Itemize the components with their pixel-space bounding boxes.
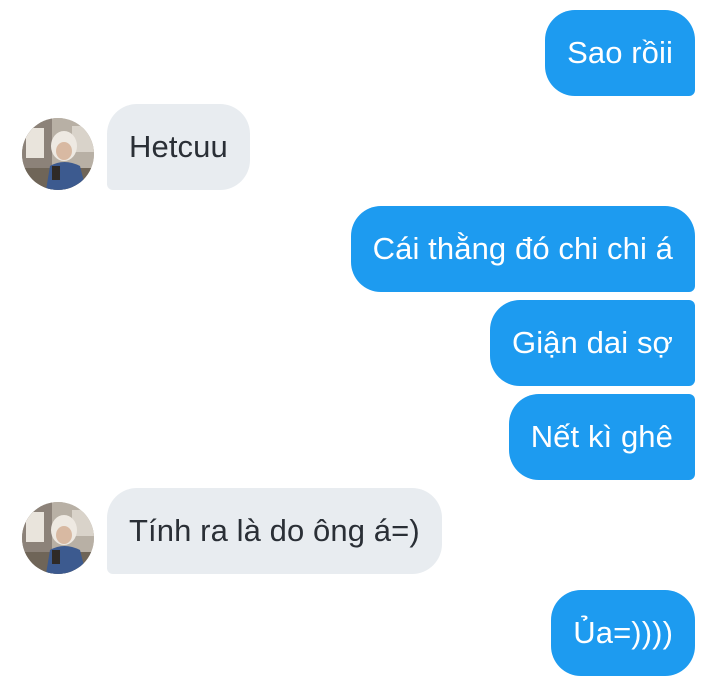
message-text: Tính ra là do ông á=) xyxy=(129,513,420,548)
message-text: Ủa=)))) xyxy=(573,615,673,650)
message-bubble-outgoing[interactable]: Sao rồii xyxy=(545,10,695,96)
message-text: Giận dai sợ xyxy=(511,325,673,360)
contact-avatar[interactable] xyxy=(22,118,94,190)
message-text: Cái thằng đó chi chi á xyxy=(372,231,673,266)
message-text: Nết kì ghê xyxy=(530,419,673,454)
contact-avatar[interactable] xyxy=(22,502,94,574)
message-bubble-incoming[interactable]: Tính ra là do ông á=) xyxy=(107,488,442,574)
message-bubble-outgoing[interactable]: Nết kì ghê xyxy=(508,394,695,480)
message-bubble-outgoing[interactable]: Giận dai sợ xyxy=(489,300,695,386)
message-bubble-outgoing[interactable]: Ủa=)))) xyxy=(551,590,695,676)
chat-thread: Sao rồii Hetcuu Cái thằng đó chi chi á G… xyxy=(0,0,719,683)
message-bubble-outgoing[interactable]: Cái thằng đó chi chi á xyxy=(350,206,695,292)
message-text: Sao rồii xyxy=(567,35,673,70)
message-bubble-incoming[interactable]: Hetcuu xyxy=(107,104,250,190)
message-text: Hetcuu xyxy=(129,129,228,164)
